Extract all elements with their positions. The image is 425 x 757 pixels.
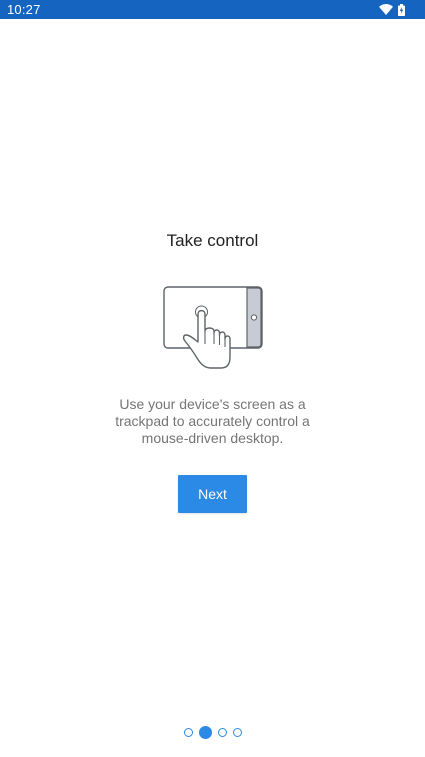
- battery-icon: [398, 3, 405, 16]
- page-indicator: [0, 724, 425, 740]
- feature-description: Use your device's screen as a trackpad t…: [115, 396, 310, 446]
- page-dot-4[interactable]: [232, 727, 242, 737]
- next-button[interactable]: Next: [178, 475, 247, 513]
- page-dot-3[interactable]: [217, 727, 227, 737]
- status-icons: [379, 3, 405, 16]
- page-title: Take control: [166, 231, 259, 250]
- page-dot-2-active[interactable]: [198, 725, 212, 739]
- wifi-icon: [379, 4, 393, 15]
- status-time: 10:27: [7, 2, 41, 17]
- onboarding-screen: 10:27 Take control Use your device's scr…: [0, 0, 425, 757]
- status-bar: 10:27: [0, 0, 425, 19]
- page-dot-1[interactable]: [183, 727, 193, 737]
- tablet-touch-icon: [163, 286, 263, 369]
